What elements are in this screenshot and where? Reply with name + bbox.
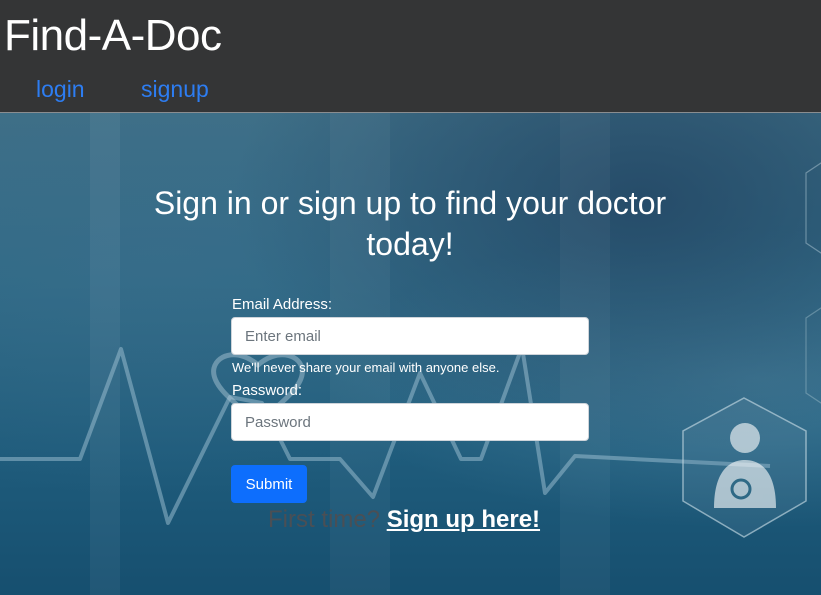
hero-section: Sign in or sign up to find your doctor t… [0,113,821,595]
hexagon-frame [805,307,821,404]
hero-title: Sign in or sign up to find your doctor t… [153,185,667,262]
first-time-text: First time? [268,506,381,533]
signup-prompt: First time? Sign up here! [268,505,540,535]
brand-title[interactable]: Find-A-Doc [4,10,222,62]
nav-signup-link[interactable]: signup [141,74,209,104]
sign-up-here-link[interactable]: Sign up here! [387,506,540,533]
password-label: Password: [232,382,303,399]
email-label: Email Address: [232,296,333,313]
email-field[interactable] [231,317,589,355]
navbar: Find-A-Doc login signup [0,0,821,113]
submit-button[interactable]: Submit [231,465,307,503]
hexagon-frame [805,162,821,254]
email-help-text: We'll never share your email with anyone… [232,360,500,375]
password-field[interactable] [231,403,589,441]
nav-login-link[interactable]: login [36,74,85,104]
